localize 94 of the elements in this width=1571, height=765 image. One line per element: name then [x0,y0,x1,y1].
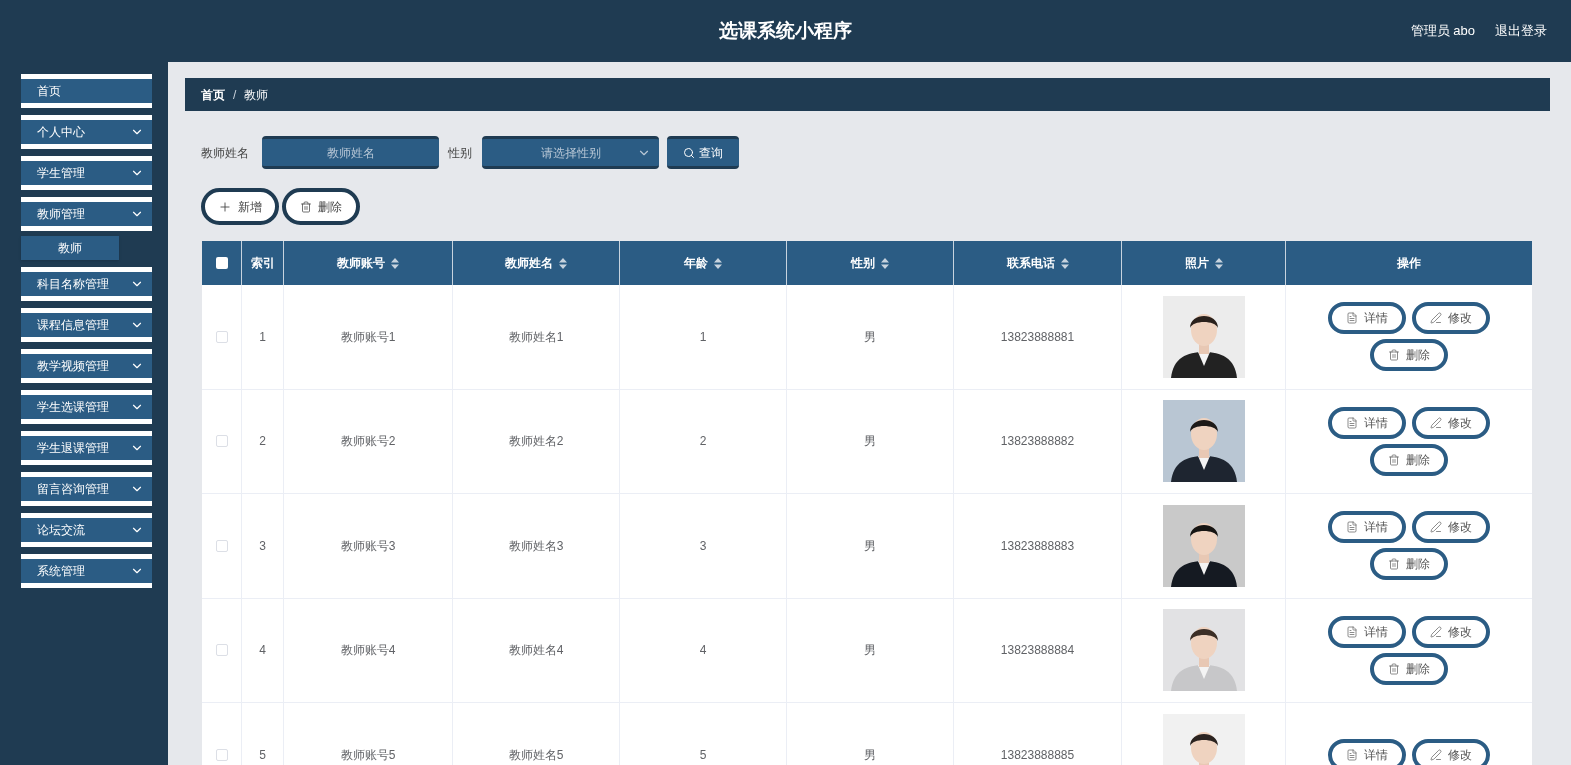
action-button[interactable]: 详情 [1328,302,1406,335]
action-button[interactable]: 删除 [1370,339,1448,372]
admin-name: 管理员 abo [1410,22,1475,41]
sidebar-item[interactable]: 教学视频管理 [21,349,152,383]
action-button[interactable]: 详情 [1328,738,1406,765]
breadcrumb-link[interactable]: 首页 [201,85,225,104]
action-button[interactable]: 删除 [1370,443,1448,476]
sidebar-item[interactable]: 系统管理 [21,554,152,588]
field-label: 性别 [448,144,472,162]
table-cell: 1 [620,285,787,389]
column-header: 操作 [1396,255,1422,272]
document-icon [1346,312,1358,325]
sidebar-item[interactable]: 论坛交流 [21,513,152,547]
table-cell: 13823888882 [954,389,1122,493]
action-button[interactable]: 修改 [1412,615,1490,648]
trash-icon [1388,349,1400,362]
sidebar-item[interactable]: 学生管理 [21,156,152,190]
table-cell: 教师账号5 [284,703,453,765]
trash-icon [1388,558,1400,571]
sidebar-item[interactable]: 学生选课管理 [21,390,152,424]
document-icon [1346,521,1358,534]
gender-select[interactable]: 请选择性别 [482,136,659,169]
field-label: 教师姓名 [201,144,249,162]
table-cell: 教师账号1 [284,285,453,389]
document-icon [1346,625,1358,638]
table-cell: 4 [620,598,787,702]
sidebar-item[interactable]: 学生退课管理 [21,431,152,465]
action-button[interactable]: 详情 [1328,406,1406,439]
table-cell: 4 [242,598,284,702]
pencil-icon [1430,521,1442,534]
pencil-icon [1430,416,1442,429]
table-cell: 13823888884 [954,598,1122,702]
row-checkbox[interactable] [215,644,228,657]
add-button[interactable]: 新增 [201,188,279,225]
table-cell: 3 [242,494,284,598]
table-cell: 教师姓名2 [453,389,620,493]
plus-icon [218,199,232,214]
delete-button[interactable]: 删除 [282,188,360,225]
table-cell: 教师姓名1 [453,285,620,389]
table-cell: 3 [620,494,787,598]
pencil-icon [1430,312,1442,325]
table-cell: 男 [787,494,954,598]
trash-icon [1388,662,1400,675]
row-checkbox[interactable] [215,539,228,552]
table-cell: 教师账号4 [284,598,453,702]
trash-icon [1388,453,1400,466]
row-checkbox[interactable] [215,748,228,761]
table-cell: 男 [787,285,954,389]
table-cell: 教师姓名5 [453,703,620,765]
query-button[interactable]: 查询 [667,136,739,169]
table-cell: 教师姓名3 [453,494,620,598]
pencil-icon [1430,748,1442,761]
logout-link[interactable]: 退出登录 [1495,21,1547,41]
action-button[interactable]: 修改 [1412,302,1490,335]
table-cell: 13823888883 [954,494,1122,598]
table-cell: 男 [787,389,954,493]
table-cell: 5 [620,703,787,765]
row-checkbox[interactable] [215,330,228,343]
app-title: 选课系统小程序 [719,18,852,43]
breadcrumb-link[interactable]: 教师 [244,85,269,104]
sidebar-item[interactable]: 科目名称管理 [21,267,152,301]
table-cell: 教师账号2 [284,389,453,493]
action-button[interactable]: 详情 [1328,615,1406,648]
table-cell: 教师姓名4 [453,598,620,702]
breadcrumb-separator: / [233,86,237,104]
row-checkbox[interactable] [215,435,228,448]
table-cell: 教师账号3 [284,494,453,598]
action-button[interactable]: 修改 [1412,406,1490,439]
table-cell: 2 [242,389,284,493]
action-button[interactable]: 修改 [1412,511,1490,544]
sidebar-item[interactable]: 个人中心 [21,115,152,149]
document-icon [1346,748,1358,761]
name-input-field[interactable]: 教师姓名 [262,136,439,169]
document-icon [1346,416,1358,429]
table-cell: 13823888881 [954,285,1122,389]
action-button[interactable]: 删除 [1370,548,1448,581]
search-icon [683,146,695,159]
sidebar-subitem[interactable]: 教师 [21,236,119,260]
table-cell: 2 [620,389,787,493]
trash-icon [300,200,312,213]
select-all-checkbox[interactable] [215,257,228,269]
table-cell: 男 [787,598,954,702]
action-button[interactable]: 删除 [1370,652,1448,685]
action-button[interactable]: 修改 [1412,738,1490,765]
table-cell: 5 [242,703,284,765]
table-cell: 1 [242,285,284,389]
sidebar-item[interactable]: 留言咨询管理 [21,472,152,506]
table-cell: 男 [787,703,954,765]
action-button[interactable]: 详情 [1328,511,1406,544]
pencil-icon [1430,625,1442,638]
sidebar-item[interactable]: 教师管理 [21,197,152,231]
table-cell: 13823888885 [954,703,1122,765]
sidebar-item[interactable]: 首页 [21,74,152,108]
sidebar-item[interactable]: 课程信息管理 [21,308,152,342]
